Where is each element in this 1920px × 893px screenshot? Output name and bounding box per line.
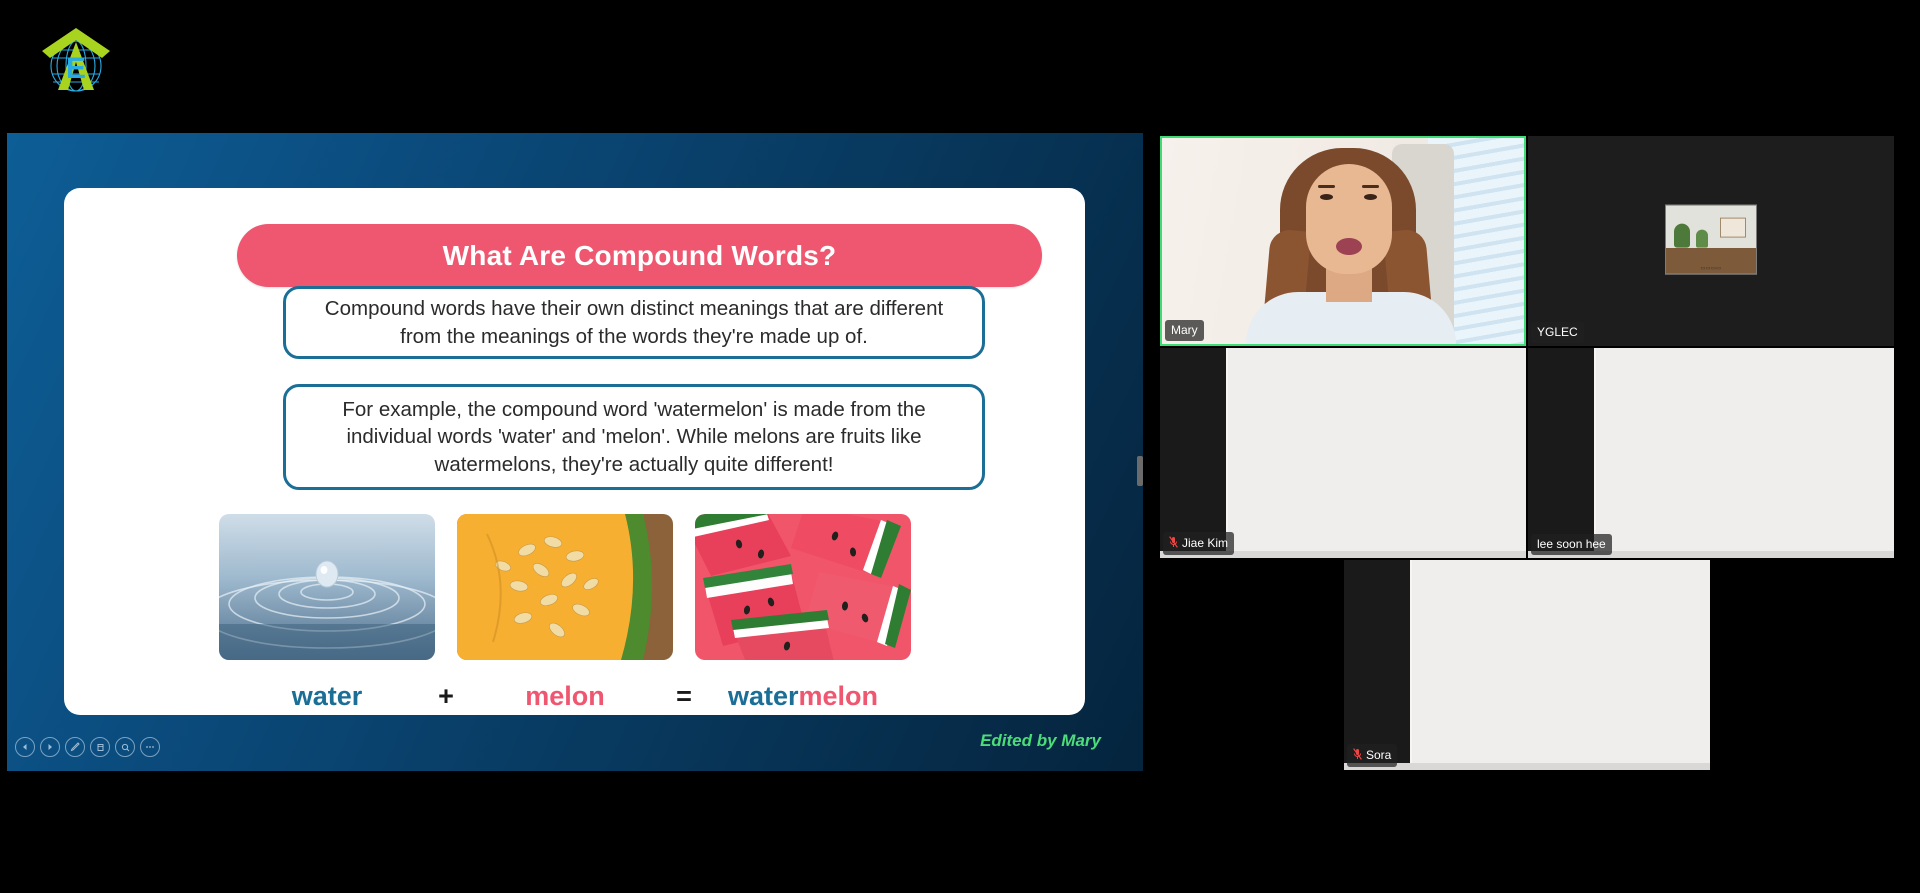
feed-left-letterbox bbox=[1528, 348, 1594, 558]
participant-name: YGLEC bbox=[1537, 325, 1578, 339]
participant-name-tag: Sora bbox=[1347, 744, 1398, 767]
equation-plus-sign: + bbox=[438, 680, 454, 711]
slide-notes-button[interactable] bbox=[90, 737, 110, 757]
feed-left-letterbox bbox=[1344, 560, 1410, 770]
slide-credit: Edited by Mary bbox=[980, 731, 1101, 750]
shared-screen-region: What Are Compound Words? Compound words … bbox=[7, 133, 1143, 771]
slide-canvas: What Are Compound Words? Compound words … bbox=[64, 188, 1085, 715]
definition-text-box: Compound words have their own distinct m… bbox=[283, 286, 985, 359]
mary-webcam-feed bbox=[1162, 138, 1524, 344]
video-tile-sora[interactable]: Sora bbox=[1344, 560, 1710, 770]
equation-equals-sign: = bbox=[676, 680, 692, 711]
water-droplet-image bbox=[219, 514, 435, 660]
left-eye bbox=[1320, 194, 1333, 200]
yglec-globe-logo: E bbox=[36, 18, 116, 100]
participant-gallery: Mary ▭▭▭▭ YGLEC Jiae Kim lee soon hee So… bbox=[1160, 136, 1894, 770]
yglec-room-thumbnail: ▭▭▭▭ bbox=[1665, 204, 1757, 275]
more-options-button[interactable] bbox=[140, 737, 160, 757]
yglec-screen-feed: ▭▭▭▭ bbox=[1528, 136, 1894, 346]
example-image-row bbox=[219, 514, 919, 660]
equation-melon-label: melon bbox=[525, 680, 605, 711]
watermelon-slices-image bbox=[695, 514, 911, 660]
page-title: What Are Compound Words? bbox=[442, 239, 837, 271]
zoom-search-button[interactable] bbox=[115, 737, 135, 757]
annotate-pen-button[interactable] bbox=[65, 737, 85, 757]
plant-small-icon bbox=[1696, 229, 1708, 248]
mouth bbox=[1336, 238, 1362, 255]
thumbnail-caption: ▭▭▭▭ bbox=[1700, 265, 1722, 272]
feed-left-letterbox bbox=[1160, 348, 1226, 558]
video-tile-mary[interactable]: Mary bbox=[1160, 136, 1526, 346]
equation-result-suffix: melon bbox=[798, 680, 879, 711]
definition-text: Compound words have their own distinct m… bbox=[324, 297, 944, 348]
right-eye bbox=[1364, 194, 1377, 200]
example-text: For example, the compound word 'watermel… bbox=[342, 398, 926, 476]
participant-name-tag: lee soon hee bbox=[1531, 534, 1612, 555]
right-eyebrow bbox=[1362, 185, 1379, 188]
left-eyebrow bbox=[1318, 185, 1335, 188]
example-text-box: For example, the compound word 'watermel… bbox=[283, 384, 985, 490]
video-tile-yglec[interactable]: ▭▭▭▭ YGLEC bbox=[1528, 136, 1894, 346]
participant-name: Jiae Kim bbox=[1182, 536, 1229, 550]
participant-name-tag: Mary bbox=[1165, 320, 1204, 341]
compound-word-equation: water + melon = watermelon bbox=[219, 676, 919, 716]
video-tile-jiae-kim[interactable]: Jiae Kim bbox=[1160, 348, 1526, 558]
share-resize-handle[interactable] bbox=[1137, 456, 1143, 486]
presentation-toolbar[interactable] bbox=[15, 737, 160, 757]
participant-name: Mary bbox=[1171, 323, 1198, 337]
slide-title-banner: What Are Compound Words? bbox=[237, 224, 1042, 287]
participant-name-tag: Jiae Kim bbox=[1163, 532, 1235, 555]
video-tile-lee-soon-hee[interactable]: lee soon hee bbox=[1528, 348, 1894, 558]
picture-frame-icon bbox=[1720, 217, 1746, 238]
face bbox=[1306, 164, 1392, 274]
participant-name: lee soon hee bbox=[1537, 537, 1606, 551]
plant-icon bbox=[1674, 223, 1690, 248]
zoom-meeting-window: E What Are Compound Words? Compound word… bbox=[0, 0, 1920, 893]
equation-result-label: watermelon bbox=[695, 681, 911, 712]
feed-bottom-bar bbox=[1344, 763, 1710, 770]
mic-muted-icon bbox=[1353, 748, 1362, 762]
mic-muted-icon bbox=[1169, 536, 1178, 550]
svg-text:E: E bbox=[66, 52, 86, 85]
equation-water-label: water bbox=[291, 680, 363, 711]
participant-name-tag: YGLEC bbox=[1531, 322, 1584, 343]
equation-result-prefix: water bbox=[727, 680, 799, 711]
melon-slice-image bbox=[457, 514, 673, 660]
participant-name: Sora bbox=[1366, 748, 1392, 762]
next-slide-button[interactable] bbox=[40, 737, 60, 757]
previous-slide-button[interactable] bbox=[15, 737, 35, 757]
